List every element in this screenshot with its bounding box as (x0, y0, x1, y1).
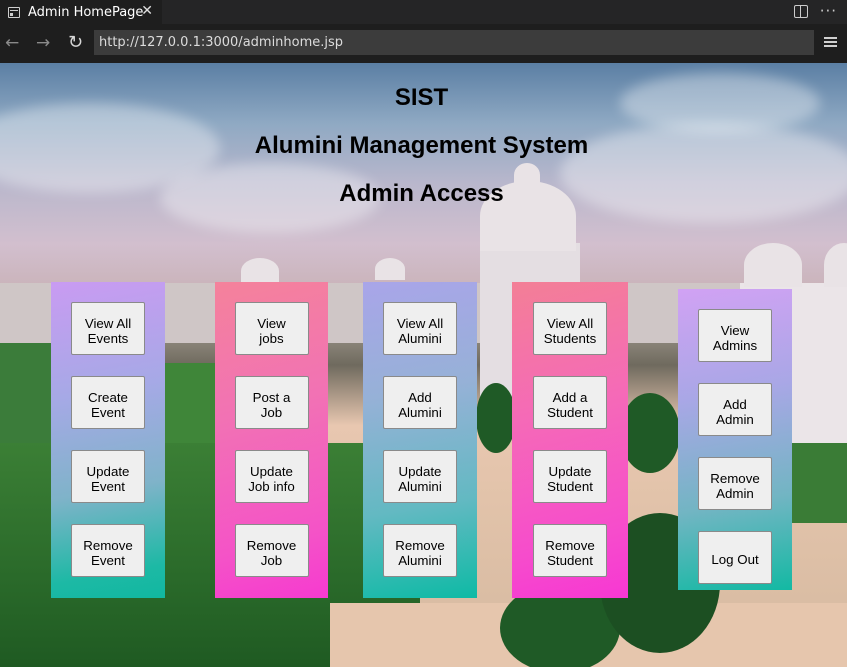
log-out-button[interactable]: Log Out (698, 531, 772, 584)
post-job-button[interactable]: Post a Job (234, 376, 309, 429)
remove-job-button[interactable]: Remove Job (234, 524, 309, 577)
admins-panel: View Admins Add Admin Remove Admin Log O… (678, 289, 792, 590)
create-event-button[interactable]: Create Event (71, 376, 145, 429)
view-all-alumini-button[interactable]: View All Alumini (383, 302, 457, 355)
alumini-panel: View All Alumini Add Alumini Update Alum… (363, 282, 477, 598)
forward-arrow-icon[interactable]: → (36, 33, 50, 53)
view-all-students-button[interactable]: View All Students (533, 302, 607, 355)
page-title-sist: SIST (394, 84, 449, 111)
remove-alumini-button[interactable]: Remove Alumini (383, 524, 457, 577)
tab-bar: Admin HomePage ✕ ··· (0, 0, 847, 24)
url-input[interactable]: http://127.0.0.1:3000/adminhome.jsp (94, 30, 814, 55)
navigation-bar: ← → ↻ http://127.0.0.1:3000/adminhome.js… (0, 24, 847, 63)
view-admins-button[interactable]: View Admins (698, 309, 772, 362)
update-student-button[interactable]: Update Student (533, 450, 607, 503)
close-icon[interactable]: ✕ (141, 3, 153, 19)
more-actions-icon[interactable]: ··· (820, 1, 837, 21)
view-all-events-button[interactable]: View All Events (71, 302, 145, 355)
page-viewport: SIST Alumini Management System Admin Acc… (0, 63, 847, 667)
reload-icon[interactable]: ↻ (68, 33, 83, 53)
tab-title: Admin HomePage (28, 4, 144, 20)
add-alumini-button[interactable]: Add Alumini (383, 376, 457, 429)
add-student-button[interactable]: Add a Student (533, 376, 607, 429)
remove-student-button[interactable]: Remove Student (533, 524, 607, 577)
page-icon (8, 6, 20, 18)
remove-admin-button[interactable]: Remove Admin (698, 457, 772, 510)
view-jobs-button[interactable]: View jobs (234, 302, 309, 355)
page-section-title: Admin Access (339, 180, 504, 207)
update-alumini-button[interactable]: Update Alumini (383, 450, 457, 503)
page-subtitle: Alumini Management System (254, 132, 589, 159)
update-job-info-button[interactable]: Update Job info (234, 450, 309, 503)
tab-actions: ··· (793, 1, 837, 21)
add-admin-button[interactable]: Add Admin (698, 383, 772, 436)
students-panel: View All Students Add a Student Update S… (512, 282, 628, 598)
tab-admin-homepage[interactable]: Admin HomePage ✕ (0, 0, 162, 24)
hamburger-menu-icon[interactable] (824, 37, 837, 48)
split-editor-icon[interactable] (793, 5, 808, 18)
jobs-panel: View jobs Post a Job Update Job info Rem… (215, 282, 328, 598)
events-panel: View All Events Create Event Update Even… (51, 282, 165, 598)
update-event-button[interactable]: Update Event (71, 450, 145, 503)
remove-event-button[interactable]: Remove Event (71, 524, 145, 577)
back-arrow-icon[interactable]: ← (5, 33, 19, 53)
